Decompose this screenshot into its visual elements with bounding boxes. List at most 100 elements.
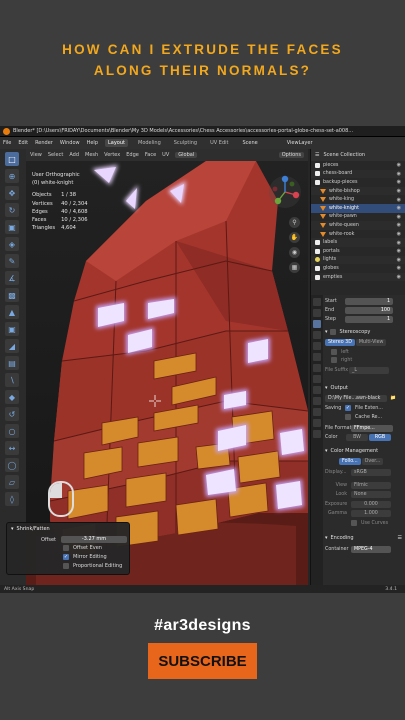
select-box-tool-icon[interactable]: □ xyxy=(5,152,19,166)
viewport-menu-uv[interactable]: UV xyxy=(162,152,169,158)
view-layer-tab-icon[interactable] xyxy=(313,331,321,339)
shear-tool-icon[interactable]: ▱ xyxy=(5,475,19,489)
eye-icon[interactable]: ◉ xyxy=(397,214,401,220)
eye-icon[interactable]: ◉ xyxy=(397,265,401,271)
color-management-section[interactable]: ▾ Color Management xyxy=(325,448,405,454)
eye-icon[interactable]: ◉ xyxy=(397,222,401,228)
cursor-tool-icon[interactable]: ⊕ xyxy=(5,169,19,183)
eye-icon[interactable]: ◉ xyxy=(397,274,401,280)
outliner-item[interactable]: white-rook ◉ xyxy=(311,230,405,239)
navigation-gizmo-icon[interactable] xyxy=(268,175,302,209)
eye-icon[interactable]: ◉ xyxy=(397,162,401,168)
grid-view-icon[interactable]: ▦ xyxy=(289,262,300,273)
pan-hand-icon[interactable]: ✋ xyxy=(289,232,300,243)
eye-icon[interactable]: ◉ xyxy=(397,179,401,185)
folder-icon[interactable]: 📁 xyxy=(390,396,396,401)
edge-slide-tool-icon[interactable]: ↔ xyxy=(5,441,19,455)
inset-tool-icon[interactable]: ▣ xyxy=(5,322,19,336)
presets-icon[interactable]: ☰ xyxy=(398,535,402,541)
eye-icon[interactable]: ◉ xyxy=(397,240,401,246)
physics-tab-icon[interactable] xyxy=(313,386,321,394)
color-rgb-button[interactable]: RGB xyxy=(369,434,391,441)
zoom-icon[interactable]: ⚲ xyxy=(289,217,300,228)
stereoscopy-section[interactable]: ▾ Stereoscopy xyxy=(325,329,405,335)
eye-icon[interactable]: ◉ xyxy=(397,257,401,263)
eye-icon[interactable]: ◉ xyxy=(397,171,401,177)
offset-field[interactable]: -3.27 mm xyxy=(61,536,128,543)
output-tab-icon[interactable] xyxy=(313,320,321,328)
stereo-3d-button[interactable]: Stereo 3D xyxy=(325,339,355,346)
transform-tool-icon[interactable]: ◈ xyxy=(5,237,19,251)
options-dropdown[interactable]: Options xyxy=(278,152,304,158)
outliner-item[interactable]: lights ◉ xyxy=(311,255,405,265)
viewport-menu-add[interactable]: Add xyxy=(69,152,79,158)
file-suffix-field[interactable]: _L xyxy=(349,367,389,374)
color-bw-button[interactable]: BW xyxy=(346,434,368,441)
operator-panel-title[interactable]: ▾ Shrink/Fatten xyxy=(11,526,50,532)
output-path-field[interactable]: D:\My File...awn-black xyxy=(325,395,387,402)
outliner-item[interactable]: chess-board ◉ xyxy=(311,169,405,179)
camera-icon[interactable]: ◉ xyxy=(289,247,300,258)
outliner-item[interactable]: empties ◉ xyxy=(311,272,405,282)
look-field[interactable]: None xyxy=(351,491,391,498)
exposure-field[interactable]: 0.000 xyxy=(351,501,391,508)
menu-edit[interactable]: Edit xyxy=(18,140,28,146)
file-format-dropdown[interactable]: FFmpe... xyxy=(351,425,393,432)
bevel-tool-icon[interactable]: ◢ xyxy=(5,339,19,353)
modifier-tab-icon[interactable] xyxy=(313,375,321,383)
multi-view-button[interactable]: Multi-View xyxy=(355,339,387,346)
eye-icon[interactable]: ◉ xyxy=(397,205,401,211)
menu-help[interactable]: Help xyxy=(87,140,98,146)
outliner-filter-icon[interactable]: ☰ xyxy=(315,152,319,158)
frame-start-field[interactable]: 1 xyxy=(345,298,393,305)
viewport-menu-edge[interactable]: Edge xyxy=(126,152,139,158)
outliner-item[interactable]: white-bishop ◉ xyxy=(311,186,405,196)
checkbox-icon[interactable] xyxy=(345,414,351,420)
knife-tool-icon[interactable]: ∖ xyxy=(5,373,19,387)
transform-orientation-dropdown[interactable]: Global xyxy=(175,152,198,158)
eye-icon[interactable]: ◉ xyxy=(397,231,401,237)
eye-icon[interactable]: ◉ xyxy=(397,188,401,194)
checkbox-icon[interactable] xyxy=(331,349,337,355)
menu-render[interactable]: Render xyxy=(35,140,53,146)
tool-tab-icon[interactable] xyxy=(313,298,321,306)
tab-layout[interactable]: Layout xyxy=(105,139,128,147)
tab-modeling[interactable]: Modeling xyxy=(135,139,164,147)
encoding-section[interactable]: ▾ Encoding ☰ xyxy=(325,535,405,541)
move-tool-icon[interactable]: ✥ xyxy=(5,186,19,200)
scale-tool-icon[interactable]: ▣ xyxy=(5,220,19,234)
checkmark-icon[interactable]: ✓ xyxy=(345,405,351,411)
data-tab-icon[interactable] xyxy=(313,408,321,416)
extrude-tool-icon[interactable]: ▲ xyxy=(5,305,19,319)
viewport-menu-mesh[interactable]: Mesh xyxy=(85,152,98,158)
texture-tab-icon[interactable] xyxy=(313,430,321,438)
container-dropdown[interactable]: MPEG-4 xyxy=(351,546,391,553)
view-layer-selector[interactable]: ViewLayer xyxy=(287,140,313,146)
proportional-editing-checkbox[interactable]: Proportional Editing xyxy=(63,563,122,569)
object-tab-icon[interactable] xyxy=(313,364,321,372)
gamma-field[interactable]: 1.000 xyxy=(351,510,391,517)
shrink-fatten-tool-icon[interactable]: ◯ xyxy=(5,458,19,472)
world-tab-icon[interactable] xyxy=(313,353,321,361)
display-device-field[interactable]: sRGB xyxy=(351,469,391,476)
view-transform-field[interactable]: Filmic xyxy=(351,482,391,489)
output-section[interactable]: ▾ Output xyxy=(325,385,405,391)
smooth-tool-icon[interactable]: ○ xyxy=(5,424,19,438)
eye-icon[interactable]: ◉ xyxy=(397,248,401,254)
checkbox-icon[interactable] xyxy=(351,520,357,526)
frame-step-field[interactable]: 1 xyxy=(345,316,393,323)
eye-icon[interactable]: ◉ xyxy=(397,197,401,203)
annotate-tool-icon[interactable]: ✎ xyxy=(5,254,19,268)
viewport-menu-vertex[interactable]: Vertex xyxy=(104,152,120,158)
add-cube-tool-icon[interactable]: ▩ xyxy=(5,288,19,302)
outliner-item[interactable]: pieces ◉ xyxy=(311,161,405,170)
menu-file[interactable]: File xyxy=(3,140,11,146)
measure-tool-icon[interactable]: ∡ xyxy=(5,271,19,285)
outliner-item-selected[interactable]: white-knight ◉ xyxy=(311,203,405,213)
follow-scene-button[interactable]: Follo... xyxy=(339,458,361,465)
outliner-item[interactable]: white-queen ◉ xyxy=(311,221,405,230)
outliner-item[interactable]: white-king ◉ xyxy=(311,195,405,204)
outliner-item[interactable]: backup-pieces ◉ xyxy=(311,178,405,187)
override-button[interactable]: Over... xyxy=(361,458,384,465)
rip-tool-icon[interactable]: ◊ xyxy=(5,492,19,506)
